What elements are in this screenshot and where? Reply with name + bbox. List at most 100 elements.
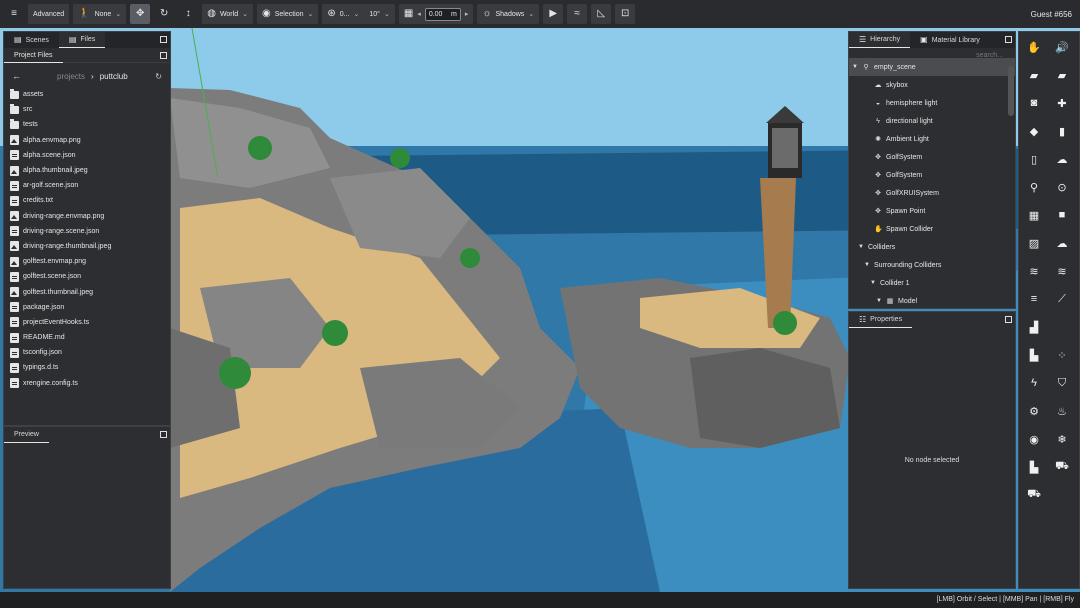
file-item[interactable]: golftest.envmap.png (10, 254, 170, 269)
grid-icon[interactable]: ▦ (404, 9, 413, 19)
snap-select[interactable]: ⊛ 0... ⌄ 10° ⌄ (322, 4, 395, 24)
grid-decrease-button[interactable]: ◂ (417, 10, 421, 18)
space-select[interactable]: ◍ World ⌄ (202, 4, 253, 24)
lightning-icon[interactable]: ϟ (1027, 376, 1041, 390)
file-item[interactable]: tsconfig.json (10, 345, 170, 360)
grid-size-input[interactable]: 0.00 m (424, 7, 461, 21)
maximize-icon[interactable] (1005, 36, 1012, 43)
lightbulb-icon[interactable]: ♨ (1055, 404, 1069, 418)
building-icon[interactable]: ▟ (1027, 320, 1041, 334)
tree-node[interactable]: ▼ Collider 1 (849, 274, 1015, 292)
file-item[interactable]: ar-golf.scene.json (10, 178, 170, 193)
puzzle-icon[interactable]: ✚ (1055, 96, 1069, 110)
speaker-icon[interactable]: 🔊 (1055, 40, 1069, 54)
tree-node[interactable]: ▼ Colliders (849, 238, 1015, 256)
grid-view-icon[interactable]: ▦ (1027, 208, 1041, 222)
file-item[interactable]: tests (10, 117, 170, 132)
shadows-select[interactable]: ☼ Shadows ⌄ (477, 4, 540, 24)
file-item[interactable]: alpha.scene.json (10, 148, 170, 163)
shield-icon[interactable]: ⛉ (1055, 376, 1069, 390)
gear-icon[interactable]: ⚙ (1027, 404, 1041, 418)
cloud-icon[interactable]: ☁ (1055, 152, 1069, 166)
expand-triangle-icon[interactable]: ▼ (876, 298, 882, 304)
file-item[interactable]: typings.d.ts (10, 360, 170, 375)
tab-preview[interactable]: Preview (4, 427, 49, 443)
waves-icon[interactable]: ≋ (1055, 264, 1069, 278)
chair-icon[interactable]: ▙ (1027, 348, 1041, 362)
breadcrumb-root[interactable]: projects (57, 72, 85, 81)
file-item[interactable]: alpha.envmap.png (10, 133, 170, 148)
scale-tool-button[interactable]: ↕ (178, 4, 198, 24)
tree-node[interactable]: ✥ GolfSystem (849, 166, 1015, 184)
location-pin-icon[interactable]: ⚲ (1027, 180, 1041, 194)
rotate-tool-button[interactable]: ↻ (154, 4, 174, 24)
tree-node[interactable]: ✥ GolfSystem (849, 148, 1015, 166)
fog-icon[interactable]: ≡ (1027, 292, 1041, 306)
square-icon[interactable]: ■ (1055, 208, 1069, 222)
file-item[interactable]: xrengine.config.ts (10, 376, 170, 391)
tree-node[interactable]: ✥ GolfXRUISystem (849, 184, 1015, 202)
sofa-icon[interactable]: ▙ (1027, 460, 1041, 474)
tab-properties[interactable]: ☷ Properties (849, 312, 913, 328)
tab-scenes[interactable]: ▤ Scenes (4, 32, 59, 48)
door-icon[interactable]: ▯ (1027, 152, 1041, 166)
measure-button[interactable]: ◺ (591, 4, 612, 24)
maximize-icon[interactable] (160, 52, 167, 59)
chart-line-icon[interactable]: ⟋ (1055, 292, 1069, 306)
add-cart-icon[interactable]: ⛟ (1027, 488, 1041, 502)
cart-icon[interactable]: ⛟ (1055, 460, 1069, 474)
grid-increase-button[interactable]: ▸ (465, 10, 469, 18)
capture-icon[interactable]: ⊙ (1055, 180, 1069, 194)
shapes-icon[interactable]: ◆ (1027, 124, 1041, 138)
tree-node[interactable]: ✥ Spawn Point (849, 202, 1015, 220)
focus-button[interactable]: ⊡ (615, 4, 636, 24)
video-camera-icon[interactable]: ▰ (1027, 68, 1041, 82)
tree-node[interactable]: ✺ Ambient Light (849, 130, 1015, 148)
file-item[interactable]: golftest.scene.json (10, 269, 170, 284)
play-button[interactable]: ▶ (543, 4, 564, 24)
maximize-icon[interactable] (160, 36, 167, 43)
stats-button[interactable]: ≈ (567, 4, 588, 24)
expand-triangle-icon[interactable]: ▼ (870, 280, 876, 286)
menu-icon[interactable]: ≡ (4, 4, 24, 24)
file-item[interactable]: src (10, 102, 170, 117)
tree-node[interactable]: ϟ directional light (849, 112, 1015, 130)
expand-triangle-icon[interactable]: ▼ (852, 64, 858, 70)
file-item[interactable]: driving-range.envmap.png (10, 209, 170, 224)
radio-target-icon[interactable]: ◉ (1027, 432, 1041, 446)
file-item[interactable]: golftest.thumbnail.jpeg (10, 284, 170, 299)
water-icon[interactable]: ≋ (1027, 264, 1041, 278)
tree-node[interactable]: ▼ ▦ Model (849, 292, 1015, 308)
expand-triangle-icon[interactable]: ▼ (864, 262, 870, 268)
snowflake-icon[interactable]: ❄ (1055, 432, 1069, 446)
tree-node[interactable]: ▼ Surrounding Colliders (849, 256, 1015, 274)
transform-mode-select[interactable]: 🚶 None ⌄ (73, 4, 127, 24)
user-name[interactable]: Guest #656 (1031, 10, 1076, 19)
maximize-icon[interactable] (160, 431, 167, 438)
hierarchy-scrollbar[interactable] (1008, 66, 1014, 116)
tree-node[interactable]: ▼ ⚲ empty_scene (849, 58, 1015, 76)
file-item[interactable]: driving-range.thumbnail.jpeg (10, 239, 170, 254)
hand-icon[interactable]: ✋ (1027, 40, 1041, 54)
tree-node[interactable]: ☁ skybox (849, 76, 1015, 94)
video-icon[interactable]: ▰ (1055, 68, 1069, 82)
expand-triangle-icon[interactable]: ▼ (858, 244, 864, 250)
file-item[interactable]: projectEventHooks.ts (10, 315, 170, 330)
tab-material-library[interactable]: ▣ Material Library (910, 32, 990, 48)
file-item[interactable]: assets (10, 87, 170, 102)
file-item[interactable]: driving-range.scene.json (10, 224, 170, 239)
tree-node[interactable]: ✋ Spawn Collider (849, 220, 1015, 238)
tab-hierarchy[interactable]: ☰ Hierarchy (849, 32, 911, 48)
file-item[interactable]: alpha.thumbnail.jpeg (10, 163, 170, 178)
hierarchy-search-input[interactable]: search... (976, 52, 1003, 59)
back-arrow-icon[interactable]: ← (12, 71, 21, 81)
image-icon[interactable]: ▨ (1027, 236, 1041, 250)
refresh-icon[interactable]: ↻ (155, 72, 162, 81)
maximize-icon[interactable] (1005, 316, 1012, 323)
camera-icon[interactable]: ◙ (1027, 96, 1041, 110)
tab-project-files[interactable]: Project Files (4, 48, 63, 63)
advanced-button[interactable]: Advanced (28, 4, 70, 24)
file-item[interactable]: credits.txt (10, 193, 170, 208)
particles-icon[interactable]: ⁘ (1055, 348, 1069, 362)
cloud-filled-icon[interactable]: ☁ (1055, 236, 1069, 250)
